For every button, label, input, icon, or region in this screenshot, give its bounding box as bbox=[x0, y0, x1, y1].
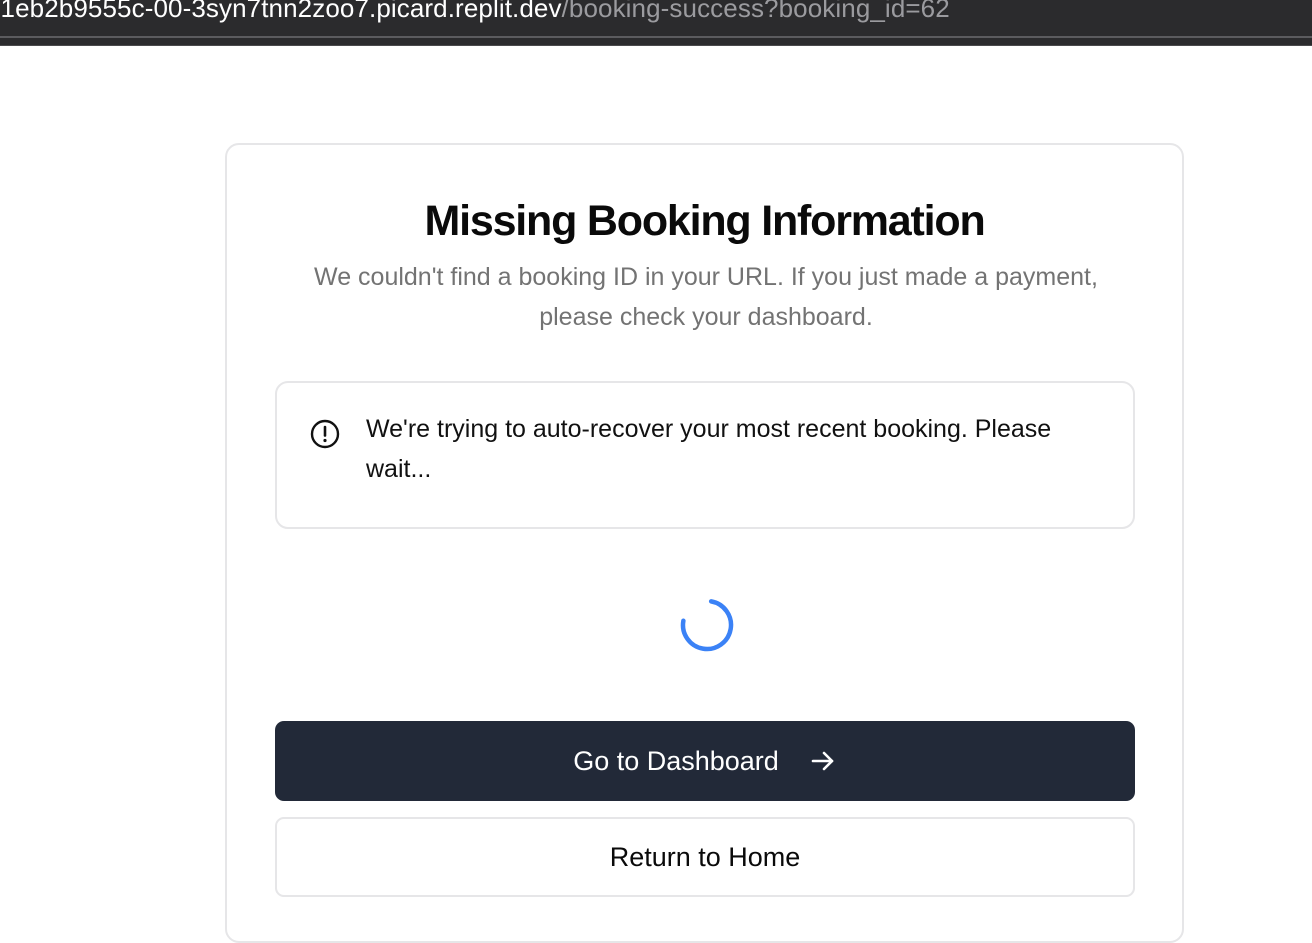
browser-address-bar[interactable]: d1eb2b9555c-00-3syn7tnn2zoo7.picard.repl… bbox=[0, 0, 1312, 46]
go-to-dashboard-label: Go to Dashboard bbox=[573, 745, 779, 776]
arrow-right-icon bbox=[809, 747, 837, 775]
go-to-dashboard-button[interactable]: Go to Dashboard bbox=[275, 721, 1135, 801]
url-text[interactable]: d1eb2b9555c-00-3syn7tnn2zoo7.picard.repl… bbox=[0, 0, 950, 25]
auto-recover-alert: We're trying to auto-recover your most r… bbox=[275, 381, 1135, 529]
booking-status-card: Missing Booking Information We couldn't … bbox=[225, 143, 1184, 943]
page-subtitle: We couldn't find a booking ID in your UR… bbox=[314, 263, 1098, 331]
return-to-home-button[interactable]: Return to Home bbox=[275, 817, 1135, 897]
page-title: Missing Booking Information bbox=[424, 197, 985, 245]
alert-message: We're trying to auto-recover your most r… bbox=[366, 415, 1052, 483]
address-bar-divider bbox=[0, 36, 1312, 38]
url-path: /booking-success?booking_id=62 bbox=[561, 0, 950, 23]
url-host: d1eb2b9555c-00-3syn7tnn2zoo7.picard.repl… bbox=[0, 0, 562, 23]
alert-circle-icon bbox=[310, 419, 340, 449]
return-to-home-label: Return to Home bbox=[609, 841, 801, 872]
loading-spinner-icon bbox=[679, 597, 735, 653]
